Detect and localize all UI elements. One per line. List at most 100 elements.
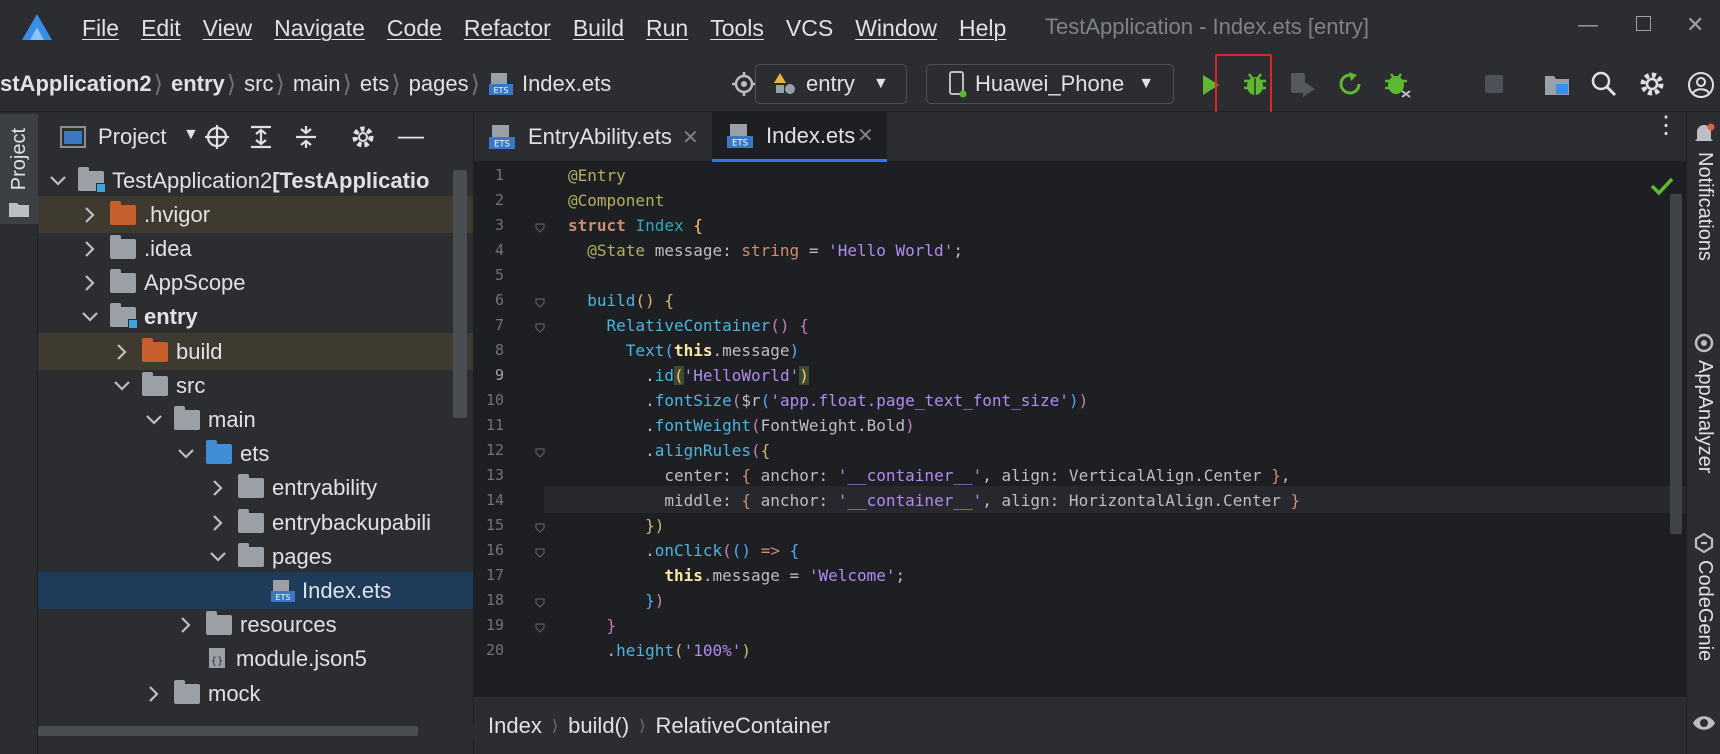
close-window-button[interactable]: ✕ (1686, 12, 1704, 38)
fold-marker-icon[interactable] (534, 220, 546, 233)
project-structure-icon[interactable] (1542, 70, 1572, 100)
tree-item[interactable]: resources (38, 607, 473, 644)
chevron-down-icon[interactable] (78, 305, 102, 329)
chevron-down-icon[interactable]: ▼ (183, 126, 199, 144)
chevron-right-icon[interactable] (78, 271, 102, 295)
tree-item[interactable]: ETS Index.ets (38, 572, 473, 610)
profile-icon[interactable] (1382, 69, 1414, 99)
chevron-right-icon[interactable] (110, 340, 134, 364)
apply-changes-icon[interactable] (1335, 69, 1365, 99)
hide-panel-button[interactable]: — (398, 120, 424, 151)
folder-icon (174, 405, 200, 430)
menu-refactor[interactable]: Refactor (464, 15, 551, 42)
breadcrumb-src[interactable]: src (244, 71, 273, 97)
right-tool-strip: Notifications AppAnalyzer CodeGenie (1686, 112, 1720, 754)
locate-icon[interactable] (730, 70, 758, 98)
tree-item[interactable]: {} module.json5 (38, 641, 473, 678)
tree-item[interactable]: build (38, 333, 473, 370)
bell-icon[interactable] (1693, 122, 1715, 146)
chevron-down-icon[interactable] (174, 442, 198, 466)
breadcrumb-project[interactable]: stApplication2 (0, 71, 152, 97)
menu-window[interactable]: Window (855, 15, 937, 42)
chevron-down-icon[interactable] (206, 545, 230, 569)
chevron-down-icon[interactable] (46, 169, 70, 193)
tab-index[interactable]: ETS Index.ets ✕ (712, 112, 887, 162)
menu-file[interactable]: File (82, 15, 119, 42)
maximize-button[interactable] (1636, 16, 1651, 31)
fold-marker-icon[interactable] (534, 320, 546, 333)
editor-scrollbar[interactable] (1670, 194, 1682, 534)
code-crumb-build[interactable]: build() (568, 713, 629, 739)
breadcrumb-file[interactable]: Index.ets (522, 71, 611, 97)
close-icon[interactable]: ✕ (682, 125, 699, 150)
collapse-all-icon[interactable] (293, 124, 319, 150)
fold-marker-icon[interactable] (534, 520, 546, 533)
tree-horizontal-scrollbar[interactable] (38, 726, 474, 738)
tree-item[interactable]: src (38, 367, 473, 404)
device-selector[interactable]: Huawei_Phone ▼ (926, 64, 1174, 104)
breadcrumb-ets[interactable]: ets (360, 71, 389, 97)
stop-icon[interactable] (1482, 72, 1506, 96)
tree-item[interactable]: .hvigor (38, 196, 473, 234)
code-crumb-index[interactable]: Index (488, 713, 542, 739)
tree-item[interactable]: TestApplication2 [TestApplicatio (38, 162, 473, 199)
search-icon[interactable] (1590, 70, 1618, 98)
tree-item[interactable]: AppScope (38, 265, 473, 302)
chevron-right-icon[interactable] (174, 613, 198, 637)
tree-item[interactable]: entryability (38, 470, 473, 507)
appanalyzer-tab[interactable]: AppAnalyzer (1693, 360, 1716, 473)
fold-marker-icon[interactable] (534, 620, 546, 633)
gear-icon[interactable] (1638, 70, 1666, 98)
eye-icon[interactable] (1692, 712, 1716, 734)
tree-item[interactable]: .idea (38, 230, 473, 267)
fold-marker-icon[interactable] (534, 595, 546, 608)
locate-icon[interactable] (204, 124, 230, 150)
account-icon[interactable] (1686, 70, 1716, 100)
gear-icon[interactable] (350, 124, 376, 150)
fold-marker-icon[interactable] (534, 545, 546, 558)
analyzer-icon[interactable] (1693, 332, 1715, 354)
expand-all-icon[interactable] (248, 124, 274, 150)
menu-tools[interactable]: Tools (710, 15, 764, 42)
tree-item[interactable]: mock (38, 675, 473, 712)
menu-build[interactable]: Build (573, 15, 624, 42)
breadcrumb-entry[interactable]: entry (171, 71, 225, 97)
menu-run[interactable]: Run (646, 15, 688, 42)
code-content[interactable]: @Entry @Component struct Index { @State … (568, 162, 1668, 702)
breadcrumb-pages[interactable]: pages (409, 71, 469, 97)
menu-view[interactable]: View (203, 15, 252, 42)
tree-item[interactable]: entry (38, 299, 473, 336)
tab-entryability[interactable]: ETS EntryAbility.ets ✕ (474, 112, 712, 162)
code-crumb-container[interactable]: RelativeContainer (655, 713, 830, 739)
menu-code[interactable]: Code (387, 15, 442, 42)
minimize-button[interactable]: — (1578, 14, 1598, 37)
fold-marker-icon[interactable] (534, 445, 546, 458)
codegenie-icon[interactable] (1693, 532, 1715, 554)
project-panel-title[interactable]: Project (98, 124, 166, 150)
menu-help[interactable]: Help (959, 15, 1006, 42)
chevron-right-icon[interactable] (206, 511, 230, 535)
chevron-right-icon[interactable] (78, 237, 102, 261)
menu-edit[interactable]: Edit (141, 15, 181, 42)
menu-vcs[interactable]: VCS (786, 15, 833, 42)
tree-item[interactable]: ets (38, 436, 473, 473)
chevron-down-icon[interactable] (142, 408, 166, 432)
module-selector[interactable]: entry ▼ (755, 64, 907, 104)
notifications-tab[interactable]: Notifications (1693, 152, 1716, 261)
chevron-down-icon[interactable] (110, 374, 134, 398)
attach-debugger-icon[interactable] (1287, 69, 1319, 99)
tree-item[interactable]: main (38, 401, 473, 438)
more-tabs-icon[interactable]: ⋮ (1654, 114, 1678, 138)
menu-navigate[interactable]: Navigate (274, 15, 365, 42)
close-icon[interactable]: ✕ (857, 123, 874, 148)
chevron-right-icon[interactable] (206, 476, 230, 500)
tree-scrollbar[interactable] (453, 170, 467, 418)
breadcrumb-main[interactable]: main (293, 71, 341, 97)
project-tool-tab[interactable]: Project (0, 114, 38, 224)
chevron-right-icon[interactable] (142, 682, 166, 706)
codegenie-tab[interactable]: CodeGenie (1693, 560, 1716, 661)
tree-item[interactable]: entrybackupabili (38, 504, 473, 541)
chevron-right-icon[interactable] (78, 203, 102, 227)
tree-item[interactable]: pages (38, 538, 473, 575)
fold-marker-icon[interactable] (534, 295, 546, 308)
